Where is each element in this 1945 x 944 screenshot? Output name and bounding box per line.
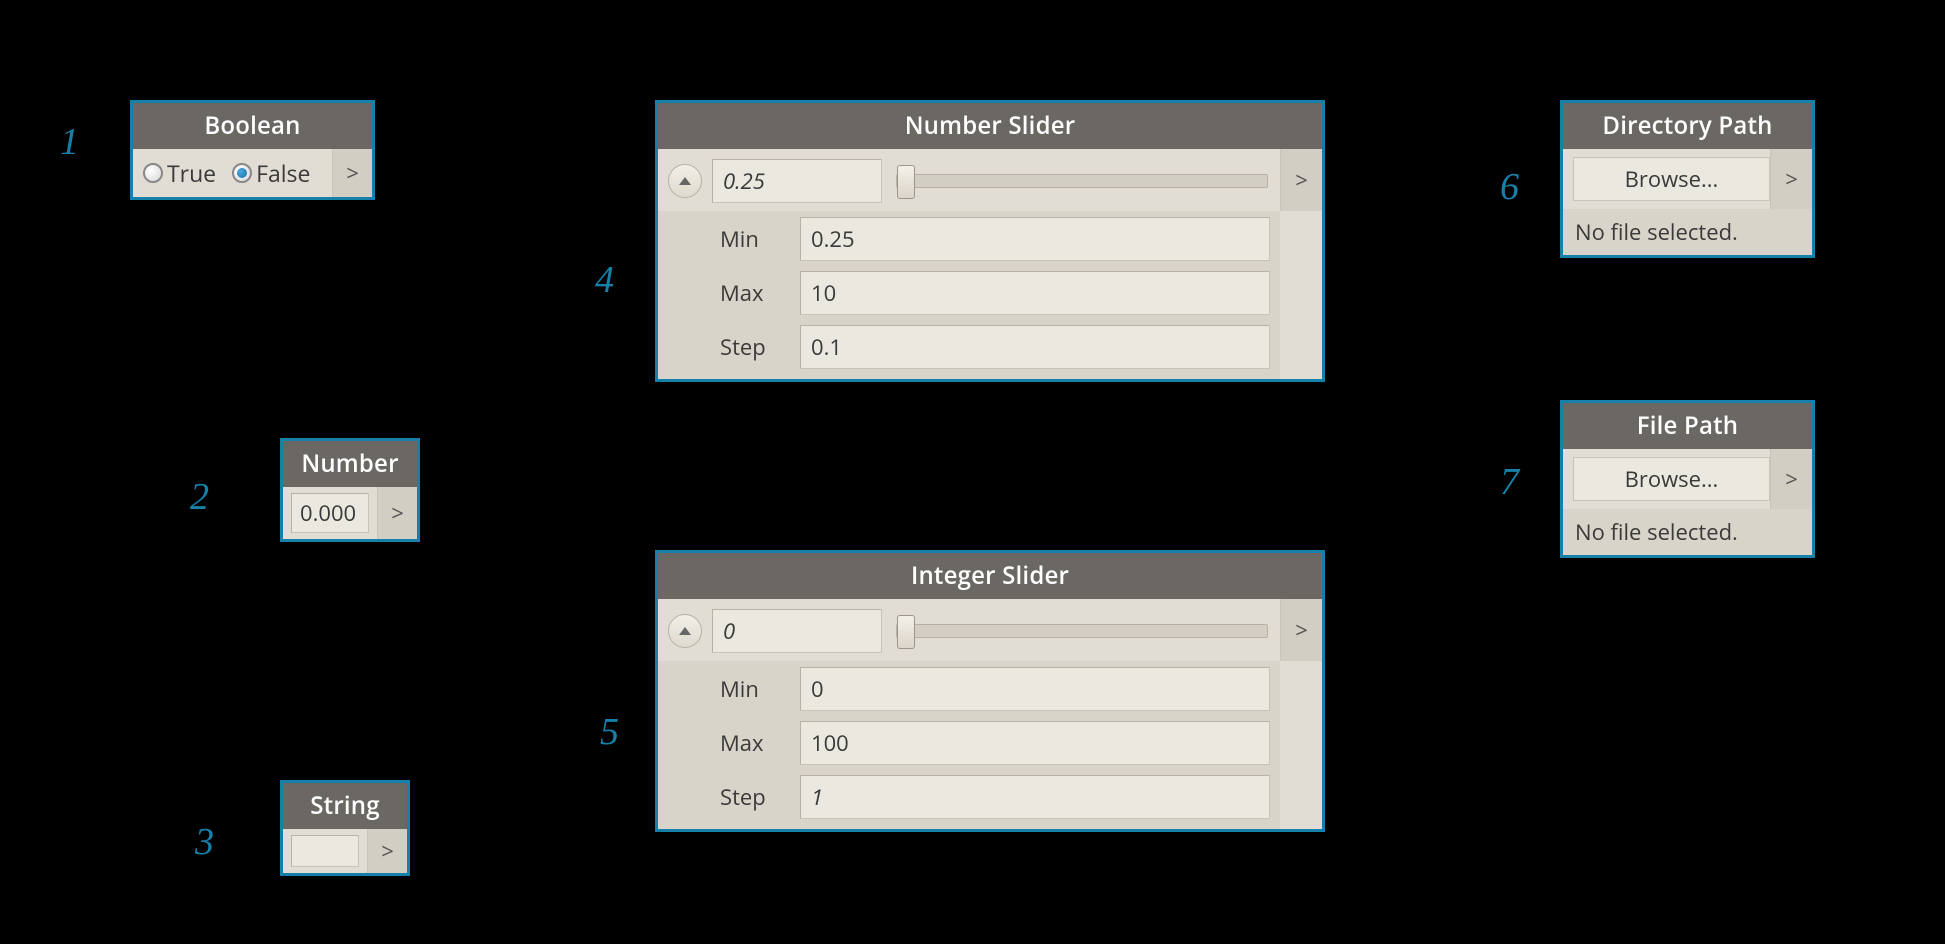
file-status: No file selected. (1563, 509, 1812, 555)
number-slider-min-input[interactable]: 0.25 (800, 217, 1270, 261)
boolean-true-label: True (167, 157, 216, 189)
boolean-output-port[interactable]: > (332, 149, 372, 197)
directory-output-port[interactable]: > (1770, 149, 1812, 209)
number-input[interactable]: 0.000 (291, 493, 369, 533)
directory-path-title: Directory Path (1563, 103, 1812, 149)
file-browse-button[interactable]: Browse... (1573, 457, 1770, 501)
number-slider-step-label: Step (720, 332, 782, 362)
number-slider-title: Number Slider (658, 103, 1322, 149)
number-node[interactable]: Number 0.000 > (280, 438, 420, 542)
string-output-port[interactable]: > (367, 829, 407, 873)
number-slider-output-port[interactable]: > (1280, 149, 1322, 211)
integer-slider-thumb[interactable] (897, 615, 915, 649)
number-output-port[interactable]: > (377, 487, 417, 539)
annotation-7: 7 (1500, 460, 1519, 504)
annotation-5: 5 (600, 710, 619, 754)
integer-slider-value-input[interactable]: 0 (712, 609, 882, 653)
canvas: 1 2 3 4 5 6 7 Boolean True False > Numbe… (0, 0, 1945, 944)
annotation-4: 4 (595, 258, 614, 302)
integer-slider-step-input[interactable]: 1 (800, 775, 1270, 819)
string-node[interactable]: String > (280, 780, 410, 876)
number-node-title: Number (283, 441, 417, 487)
integer-slider-track[interactable] (896, 624, 1268, 638)
integer-slider-min-label: Min (720, 674, 782, 704)
integer-slider-params: Min 0 Max 100 Step 1 (658, 661, 1280, 829)
boolean-node-title: Boolean (133, 103, 372, 149)
number-slider-max-input[interactable]: 10 (800, 271, 1270, 315)
chevron-up-icon (679, 627, 691, 635)
file-path-title: File Path (1563, 403, 1812, 449)
annotation-6: 6 (1500, 165, 1519, 209)
number-slider-value-input[interactable]: 0.25 (712, 159, 882, 203)
boolean-false-label: False (256, 157, 310, 189)
integer-slider-row: 0 (658, 599, 1280, 661)
number-slider-step-input[interactable]: 0.1 (800, 325, 1270, 369)
number-slider-collapse-button[interactable] (668, 164, 702, 198)
boolean-node[interactable]: Boolean True False > (130, 100, 375, 200)
chevron-up-icon (679, 177, 691, 185)
annotation-3: 3 (195, 820, 214, 864)
file-output-port[interactable]: > (1770, 449, 1812, 509)
number-slider-track[interactable] (896, 174, 1268, 188)
number-slider-thumb[interactable] (897, 165, 915, 199)
boolean-radio-false[interactable]: False (232, 157, 310, 189)
directory-status: No file selected. (1563, 209, 1812, 255)
annotation-1: 1 (60, 120, 79, 164)
number-slider-min-label: Min (720, 224, 782, 254)
number-slider-max-label: Max (720, 278, 782, 308)
radio-icon (232, 163, 252, 183)
number-slider-node[interactable]: Number Slider 0.25 Min 0.25 (655, 100, 1325, 382)
number-slider-row: 0.25 (658, 149, 1280, 211)
integer-slider-min-input[interactable]: 0 (800, 667, 1270, 711)
integer-slider-max-label: Max (720, 728, 782, 758)
directory-path-node[interactable]: Directory Path Browse... > No file selec… (1560, 100, 1815, 258)
integer-slider-output-port[interactable]: > (1280, 599, 1322, 661)
directory-browse-button[interactable]: Browse... (1573, 157, 1770, 201)
string-input[interactable] (291, 835, 359, 867)
file-path-node[interactable]: File Path Browse... > No file selected. (1560, 400, 1815, 558)
integer-slider-max-input[interactable]: 100 (800, 721, 1270, 765)
integer-slider-title: Integer Slider (658, 553, 1322, 599)
integer-slider-node[interactable]: Integer Slider 0 Min 0 (655, 550, 1325, 832)
boolean-options: True False (133, 149, 332, 197)
integer-slider-step-label: Step (720, 782, 782, 812)
boolean-radio-true[interactable]: True (143, 157, 216, 189)
annotation-2: 2 (190, 475, 209, 519)
integer-slider-collapse-button[interactable] (668, 614, 702, 648)
number-slider-params: Min 0.25 Max 10 Step 0.1 (658, 211, 1280, 379)
string-node-title: String (283, 783, 407, 829)
radio-icon (143, 163, 163, 183)
